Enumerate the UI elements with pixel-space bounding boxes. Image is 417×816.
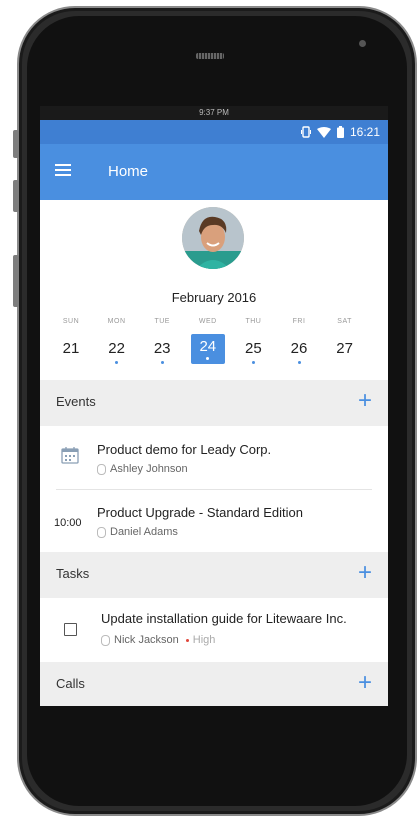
- event-indicator: [160, 361, 164, 364]
- events-section-header: Events +: [40, 380, 388, 426]
- day-number: 23: [153, 340, 171, 357]
- event-person: Ashley Johnson: [97, 463, 188, 475]
- calendar-day-24[interactable]: WED 24: [190, 318, 225, 364]
- day-number: 25: [245, 340, 262, 357]
- person-icon: [97, 463, 106, 475]
- avatar[interactable]: [182, 207, 244, 269]
- task-item[interactable]: Update installation guide for Litewaare …: [40, 598, 388, 660]
- day-name: WED: [198, 318, 217, 325]
- task-checkbox[interactable]: [64, 623, 77, 636]
- status-bar: 16:21: [40, 120, 388, 144]
- event-indicator: [115, 361, 119, 364]
- calendar-day-23[interactable]: TUE 23: [145, 318, 179, 364]
- priority-dot: [185, 638, 189, 642]
- event-item[interactable]: 10:00 Product Upgrade - Standard Edition…: [40, 490, 388, 552]
- phone-screen: 9:37 PM 16:21 Home February 2016 SUN 21 …: [40, 106, 388, 706]
- events-title: Events: [56, 394, 96, 409]
- person-icon: [101, 634, 110, 646]
- event-person-name: Ashley Johnson: [110, 463, 188, 475]
- day-name: FRI: [292, 318, 306, 325]
- day-number: 22: [108, 340, 125, 357]
- carrier-strip: 9:37 PM: [40, 106, 388, 120]
- volume-button: [13, 180, 19, 212]
- tasks-section-header: Tasks +: [40, 552, 388, 598]
- day-number: 21: [62, 340, 80, 357]
- page-title: Home: [108, 163, 149, 180]
- calendar-icon: [61, 447, 79, 464]
- battery-icon: [336, 126, 344, 138]
- calendar-day-22[interactable]: MON 22: [100, 318, 134, 364]
- add-task-icon[interactable]: +: [358, 561, 372, 585]
- day-name: MON: [107, 318, 126, 325]
- day-number: 26: [290, 340, 308, 357]
- task-title: Update installation guide for Litewaare …: [101, 611, 347, 626]
- vibrate-icon: [300, 126, 311, 138]
- event-person-name: Daniel Adams: [110, 526, 178, 538]
- app-bar: Home: [40, 144, 388, 200]
- calendar-month: February 2016: [171, 290, 257, 305]
- volume-button: [13, 130, 19, 158]
- event-title: Product Upgrade - Standard Edition: [97, 505, 303, 520]
- calendar-day-27[interactable]: SAT 27: [328, 318, 362, 360]
- earpiece-speaker: [196, 53, 224, 59]
- day-name: SAT: [337, 318, 352, 325]
- tasks-title: Tasks: [56, 566, 90, 581]
- event-person: Daniel Adams: [97, 526, 178, 538]
- calls-section-header: Calls +: [40, 662, 388, 706]
- calls-title: Calls: [56, 676, 85, 691]
- task-priority: High: [192, 634, 216, 646]
- day-name: TUE: [154, 318, 170, 325]
- event-indicator: [297, 361, 301, 364]
- event-indicator: [251, 361, 255, 364]
- task-person-name: Nick Jackson: [114, 634, 179, 646]
- event-item[interactable]: Product demo for Leady Corp. Ashley John…: [40, 426, 388, 488]
- day-name: SUN: [62, 318, 80, 325]
- calendar-day-21[interactable]: SUN 21: [54, 318, 88, 360]
- person-icon: [97, 526, 106, 538]
- add-call-icon[interactable]: +: [358, 671, 372, 695]
- event-title: Product demo for Leady Corp.: [97, 442, 272, 457]
- power-button: [13, 255, 19, 307]
- calendar-day-26[interactable]: FRI 26: [282, 318, 316, 364]
- day-number: 27: [336, 340, 353, 357]
- wifi-icon: [316, 126, 331, 138]
- task-meta: Nick Jackson High: [101, 634, 215, 646]
- event-time: 10:00: [54, 517, 82, 529]
- day-name: THU: [245, 318, 262, 325]
- calendar-day-25[interactable]: THU 25: [236, 318, 270, 364]
- profile-photo: [182, 207, 244, 269]
- status-time: 16:21: [349, 125, 380, 139]
- add-event-icon[interactable]: +: [358, 389, 372, 413]
- status-icons: 16:21: [300, 125, 380, 139]
- hamburger-menu-icon[interactable]: [55, 164, 71, 176]
- front-camera: [359, 40, 366, 47]
